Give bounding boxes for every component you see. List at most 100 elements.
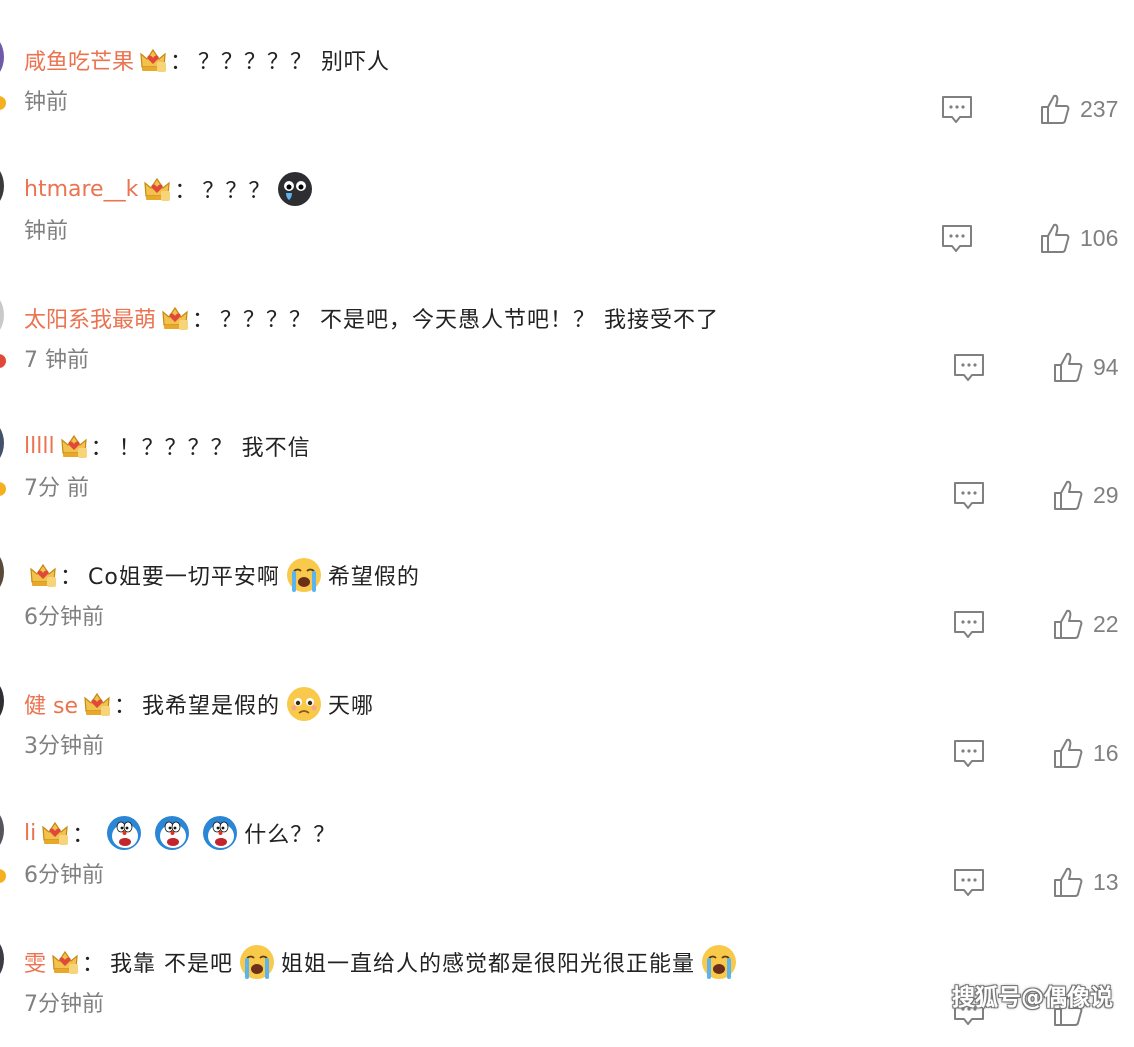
separator-colon: ： bbox=[60, 565, 83, 590]
crown-icon bbox=[28, 560, 58, 590]
comment-line: 雯 ：我靠 不是吧 姐姐一直给人的感觉都是很阳光很正能量 bbox=[24, 942, 743, 982]
comment-line: lllll ：！？？？？ 我不信 bbox=[24, 426, 311, 466]
reply-icon[interactable] bbox=[953, 610, 985, 640]
comment-line: 咸鱼吃芒果 ：？？？？？ 别吓人 bbox=[24, 40, 390, 80]
comment-time: 钟前 bbox=[24, 90, 69, 115]
avatar[interactable] bbox=[0, 936, 4, 982]
comment-item: 咸鱼吃芒果 ：？？？？？ 别吓人钟前 237 bbox=[0, 16, 1134, 145]
like-button[interactable]: 237 bbox=[1040, 92, 1118, 126]
crown-icon bbox=[40, 818, 70, 848]
like-count: 237 bbox=[1080, 95, 1119, 122]
comment-item: ： Co姐要一切平安啊 希望假的 6分钟前 22 bbox=[0, 531, 1134, 660]
crown-icon bbox=[50, 947, 80, 977]
comment-text-continued: 天哪 bbox=[328, 694, 375, 719]
username-link[interactable]: 雯 bbox=[24, 946, 46, 978]
comment-line: li ： 什么？？ bbox=[24, 813, 336, 853]
reply-icon[interactable] bbox=[941, 95, 973, 125]
like-button[interactable]: 13 bbox=[1053, 865, 1119, 899]
username-link[interactable]: 健 se bbox=[24, 688, 78, 720]
crown-icon bbox=[138, 45, 168, 75]
comment-text-continued: 希望假的 bbox=[327, 565, 420, 590]
crown-icon bbox=[160, 303, 190, 333]
comment-line: ： Co姐要一切平安啊 希望假的 bbox=[24, 555, 420, 595]
separator-colon: ： bbox=[114, 694, 137, 719]
comment-time: 6分钟前 bbox=[24, 863, 104, 888]
thumbs-up-icon bbox=[1040, 222, 1070, 254]
thumbs-up-icon bbox=[1053, 737, 1083, 769]
reply-icon[interactable] bbox=[953, 739, 985, 769]
like-count: 94 bbox=[1093, 353, 1119, 380]
verified-badge bbox=[0, 354, 6, 368]
comment-item: lllll ：！？？？？ 我不信 7分 前 29 bbox=[0, 402, 1134, 531]
like-count: 106 bbox=[1080, 224, 1119, 251]
separator-colon: ： bbox=[192, 308, 215, 333]
avatar[interactable] bbox=[0, 678, 4, 724]
avatar[interactable] bbox=[0, 34, 4, 80]
thumbs-up-icon bbox=[1053, 866, 1083, 898]
comment-time: 7 钟前 bbox=[24, 348, 89, 373]
crown-icon bbox=[59, 431, 89, 461]
comment-text: ？？？？ 不是吧，今天愚人节吧！？ 我接受不了 bbox=[220, 308, 720, 333]
crown-icon bbox=[82, 689, 112, 719]
separator-colon: ： bbox=[170, 50, 193, 75]
username-link[interactable]: lllll bbox=[24, 434, 55, 459]
verified-badge bbox=[0, 482, 6, 496]
separator-colon: ： bbox=[72, 823, 95, 848]
like-button[interactable]: 29 bbox=[1053, 478, 1119, 512]
username-link[interactable]: htmare__k bbox=[24, 177, 138, 202]
crying-emoji bbox=[701, 944, 737, 980]
comment-text: Co姐要一切平安啊 bbox=[88, 565, 280, 590]
comment-text-continued: 姐姐一直给人的感觉都是很阳光很正能量 bbox=[281, 952, 696, 977]
like-count: 22 bbox=[1093, 610, 1119, 637]
comment-list: 咸鱼吃芒果：？？？？？ 别吓人 钟前 237 htmare__k：？？？ 钟前 106 太阳… bbox=[0, 0, 1134, 1026]
like-count: 16 bbox=[1093, 739, 1119, 766]
comment-item: li ： 什么？？ 6分钟前 13 bbox=[0, 789, 1134, 918]
avatar[interactable] bbox=[0, 420, 4, 466]
reply-icon[interactable] bbox=[953, 481, 985, 511]
avatar[interactable] bbox=[0, 292, 4, 338]
thumbs-up-icon bbox=[1053, 608, 1083, 640]
like-button[interactable]: 22 bbox=[1053, 607, 1119, 641]
reply-icon[interactable] bbox=[953, 868, 985, 898]
reply-icon[interactable] bbox=[941, 224, 973, 254]
username-link[interactable]: 太阳系我最萌 bbox=[24, 302, 156, 334]
comment-text-continued: 什么？？ bbox=[244, 823, 337, 848]
comment-line: 健 se ：我希望是假的 天哪 bbox=[24, 684, 374, 724]
thumbs-up-icon bbox=[1040, 93, 1070, 125]
comment-text: ？？？？？ 别吓人 bbox=[198, 50, 391, 75]
verified-badge bbox=[0, 869, 6, 883]
doraemon-emoji bbox=[202, 815, 238, 851]
comment-item: 健 se ：我希望是假的 天哪 3分钟前 16 bbox=[0, 660, 1134, 789]
separator-colon: ： bbox=[174, 179, 197, 204]
comment-item: htmare__k ：？？？ 钟前 106 bbox=[0, 145, 1134, 274]
comment-time: 钟前 bbox=[24, 219, 69, 244]
comment-time: 7分钟前 bbox=[24, 992, 104, 1017]
avatar[interactable] bbox=[0, 163, 4, 209]
pleading-emoji bbox=[286, 686, 322, 722]
comment-text: ？？？ bbox=[202, 179, 272, 204]
username-link[interactable]: 咸鱼吃芒果 bbox=[24, 44, 134, 76]
like-button[interactable]: 106 bbox=[1040, 221, 1118, 255]
verified-badge bbox=[0, 96, 6, 110]
crown-icon bbox=[142, 174, 172, 204]
doraemon-emoji bbox=[154, 815, 190, 851]
like-button[interactable]: 16 bbox=[1053, 736, 1119, 770]
like-button[interactable]: 94 bbox=[1053, 350, 1119, 384]
crying-emoji bbox=[239, 944, 275, 980]
crying-emoji bbox=[286, 557, 322, 593]
comment-text: 我靠 不是吧 bbox=[110, 952, 234, 977]
like-count: 13 bbox=[1093, 868, 1119, 895]
reply-icon[interactable] bbox=[953, 353, 985, 383]
comment-line: 太阳系我最萌 ：？？？？ 不是吧，今天愚人节吧！？ 我接受不了 bbox=[24, 298, 719, 338]
avatar[interactable] bbox=[0, 807, 4, 853]
comment-item: 太阳系我最萌 ：？？？？ 不是吧，今天愚人节吧！？ 我接受不了 7 钟前 94 bbox=[0, 274, 1134, 403]
separator-colon: ： bbox=[82, 952, 105, 977]
thumbs-up-icon bbox=[1053, 351, 1083, 383]
comment-line: htmare__k ：？？？ bbox=[24, 169, 319, 209]
comment-time: 6分钟前 bbox=[24, 605, 104, 630]
watermark: 搜狐号@偶像说 bbox=[952, 985, 1113, 1011]
username-link[interactable]: li bbox=[24, 821, 36, 846]
comment-time: 3分钟前 bbox=[24, 734, 104, 759]
thumbs-up-icon bbox=[1053, 479, 1083, 511]
avatar[interactable] bbox=[0, 549, 4, 595]
